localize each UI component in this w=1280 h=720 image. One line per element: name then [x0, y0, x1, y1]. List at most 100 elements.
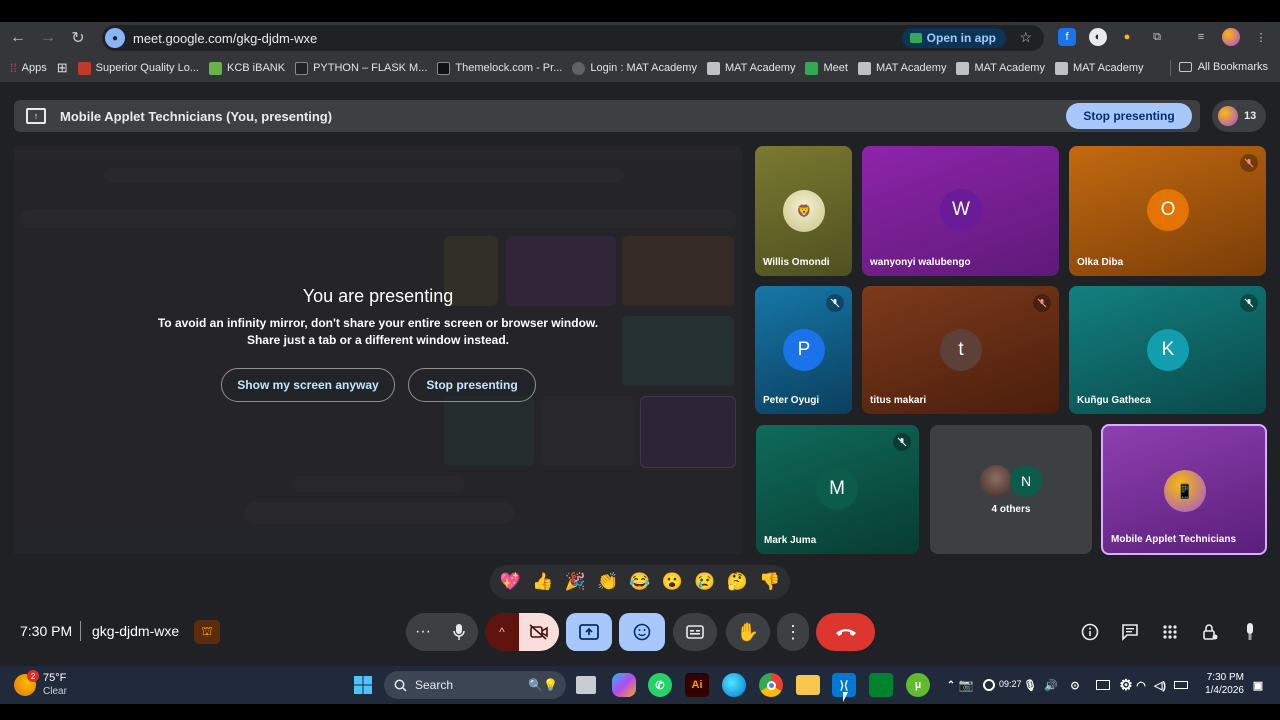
- presenting-banner: ↑ Mobile Applet Technicians (You, presen…: [14, 100, 1200, 132]
- present-icon: [579, 624, 599, 640]
- bookmark-item[interactable]: Login : MAT Academy: [572, 61, 697, 75]
- participant-tile[interactable]: t titus makari: [862, 286, 1059, 414]
- show-my-screen-anyway-button[interactable]: Show my screen anyway: [221, 368, 395, 402]
- edge-icon[interactable]: [722, 673, 746, 697]
- camera-off-button[interactable]: [519, 613, 559, 651]
- display-tray-icon[interactable]: [1094, 673, 1112, 697]
- meet-app-icon[interactable]: [869, 673, 893, 697]
- volume-tray-icon[interactable]: 🔊: [1043, 673, 1059, 697]
- menu-kebab-icon[interactable]: ⋮: [1252, 28, 1270, 46]
- participant-tile[interactable]: W wanyonyi walubengo: [862, 146, 1059, 276]
- reaction-surprised[interactable]: 😮: [662, 572, 683, 592]
- microphone-tray-icon[interactable]: 🎙: [1022, 673, 1038, 697]
- reaction-thumbs-down[interactable]: 👎: [759, 572, 780, 592]
- speaker-icon[interactable]: ◁): [1152, 673, 1168, 697]
- profile-avatar[interactable]: [1222, 28, 1240, 46]
- tab-groups-icon[interactable]: ⊞: [57, 60, 68, 76]
- chat-icon[interactable]: [1118, 613, 1142, 651]
- raise-hand-button[interactable]: ✋: [726, 613, 770, 651]
- task-view-icon[interactable]: [576, 676, 596, 694]
- mic-off-icon: [1240, 154, 1258, 172]
- wifi-icon[interactable]: ◠: [1133, 673, 1149, 697]
- taskbar-search[interactable]: Search 🔍💡: [384, 671, 566, 699]
- adobe-illustrator-icon[interactable]: Ai: [685, 673, 709, 697]
- clock-time[interactable]: 7:30 PM: [1200, 672, 1244, 683]
- utorrent-icon[interactable]: µ: [906, 673, 930, 697]
- others-tile[interactable]: N 4 others: [930, 425, 1092, 554]
- media-control-icon[interactable]: ≡: [1192, 28, 1210, 46]
- weather-badge: 2: [27, 670, 39, 682]
- divider: [80, 621, 81, 641]
- activities-grid-icon[interactable]: [1158, 613, 1182, 651]
- reaction-clap[interactable]: 👏: [597, 572, 618, 592]
- microphone-site-icon[interactable]: ●: [105, 28, 125, 48]
- mic-settings-icon[interactable]: [1238, 613, 1262, 651]
- reaction-thinking[interactable]: 🤔: [727, 572, 748, 592]
- host-controls-lock-icon[interactable]: [1198, 613, 1222, 651]
- favicon: [437, 61, 451, 75]
- host-controls-icon[interactable]: ⛫: [194, 620, 220, 644]
- back-icon[interactable]: ←: [3, 24, 33, 52]
- bookmark-item[interactable]: Meet: [805, 61, 848, 75]
- start-windows-icon[interactable]: [351, 673, 375, 697]
- whatsapp-icon[interactable]: ✆: [648, 673, 672, 697]
- file-explorer-icon[interactable]: [796, 675, 820, 695]
- bookmark-item[interactable]: KCB iBANK: [209, 61, 285, 75]
- battery-icon[interactable]: [1172, 673, 1190, 697]
- bookmark-item[interactable]: MAT Academy: [1054, 61, 1144, 75]
- participant-tile[interactable]: M Mark Juma: [756, 425, 919, 554]
- bookmark-apps[interactable]: ⁞⁞ Apps: [10, 61, 47, 75]
- bookmark-star-icon[interactable]: ☆: [1019, 29, 1032, 46]
- reaction-party[interactable]: 🎉: [565, 572, 586, 592]
- participants-button[interactable]: 13: [1212, 100, 1266, 132]
- participant-tile[interactable]: 🦁 Willis Omondi: [755, 146, 852, 276]
- reaction-laugh[interactable]: 😂: [629, 572, 650, 592]
- extension-icon[interactable]: f: [1058, 28, 1076, 46]
- extension-icon[interactable]: ●: [1118, 28, 1136, 46]
- media-tray-icon[interactable]: ⊙: [1066, 673, 1084, 697]
- camera-options-chevron[interactable]: ^: [485, 613, 519, 651]
- bookmarks-divider: [1170, 60, 1171, 76]
- participant-initial: P: [783, 329, 825, 371]
- microphone-button[interactable]: [440, 613, 478, 651]
- present-screen-button[interactable]: [566, 613, 612, 651]
- more-options-button[interactable]: ···: [406, 613, 440, 651]
- self-tile[interactable]: 📱 Mobile Applet Technicians: [1101, 424, 1267, 555]
- bookmark-item[interactable]: Superior Quality Lo...: [77, 61, 199, 75]
- participant-tile[interactable]: K Kuñgu Gatheca: [1069, 286, 1266, 414]
- stop-presenting-preview-button[interactable]: Stop presenting: [408, 368, 536, 402]
- chrome-icon[interactable]: [759, 673, 783, 697]
- clock-date[interactable]: 1/4/2026: [1196, 685, 1244, 696]
- participant-tile[interactable]: P Peter Oyugi: [755, 286, 852, 414]
- bookmark-item[interactable]: MAT Academy: [956, 61, 1045, 75]
- bookmark-item[interactable]: Themelock.com - Pr...: [437, 61, 562, 75]
- address-bar[interactable]: ● meet.google.com/gkg-djdm-wxe Open in a…: [102, 25, 1044, 51]
- forward-icon[interactable]: →: [33, 24, 63, 52]
- extensions-puzzle-icon[interactable]: ⧉: [1148, 28, 1166, 46]
- captions-button[interactable]: [673, 613, 717, 651]
- bookmark-item[interactable]: PYTHON – FLASK M...: [295, 61, 427, 75]
- address-url[interactable]: meet.google.com/gkg-djdm-wxe: [133, 31, 317, 46]
- all-bookmarks-button[interactable]: All Bookmarks: [1178, 61, 1268, 73]
- copilot-icon[interactable]: [612, 673, 636, 697]
- extension-icon[interactable]: ◐: [1089, 28, 1107, 46]
- notification-icon[interactable]: ▣: [1250, 673, 1266, 697]
- reaction-sad[interactable]: 😢: [694, 572, 715, 592]
- meeting-details-icon[interactable]: [1078, 613, 1102, 651]
- bookmark-item[interactable]: MAT Academy: [706, 61, 795, 75]
- favicon: [209, 61, 222, 75]
- participant-tile[interactable]: O Olka Diba: [1069, 146, 1266, 276]
- reaction-heart[interactable]: 💖: [500, 572, 521, 592]
- self-avatar: 📱: [1164, 470, 1206, 512]
- reaction-thumbs-up[interactable]: 👍: [532, 572, 553, 592]
- record-tray-icon[interactable]: [980, 673, 998, 697]
- reactions-button[interactable]: [619, 613, 665, 651]
- leave-call-button[interactable]: [816, 613, 875, 651]
- reload-icon[interactable]: ↻: [63, 24, 93, 52]
- stop-presenting-button[interactable]: Stop presenting: [1066, 103, 1192, 129]
- camera-tray-icon[interactable]: 📷: [957, 673, 975, 697]
- tray-overflow-icon[interactable]: ⌃: [945, 673, 957, 697]
- more-actions-button[interactable]: ⋮: [777, 613, 809, 651]
- bookmark-item[interactable]: MAT Academy: [857, 61, 946, 75]
- open-in-app-button[interactable]: Open in app: [901, 28, 1006, 48]
